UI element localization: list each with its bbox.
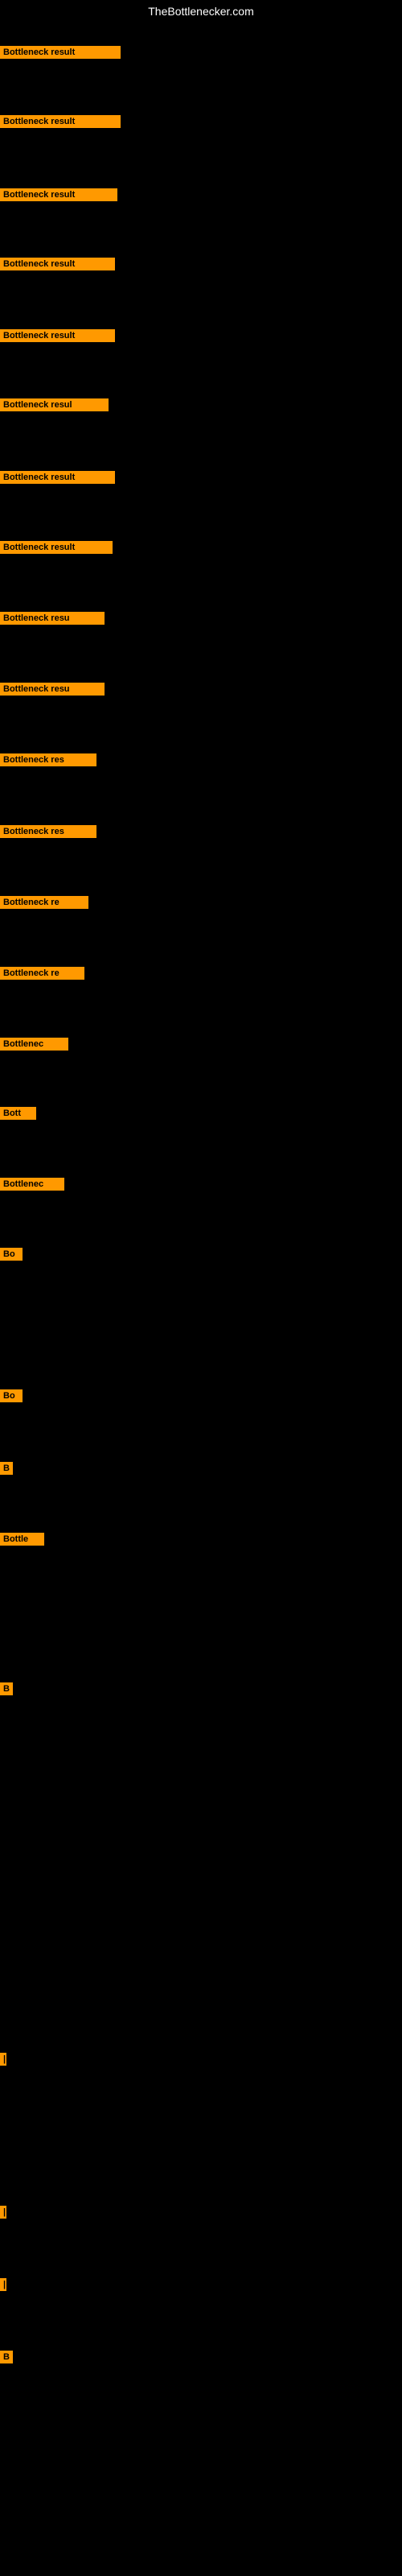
bottleneck-badge: Bottleneck result [0,541,113,554]
bottleneck-badge: Bott [0,1107,36,1120]
bottleneck-badge: | [0,2053,6,2066]
bottleneck-badge: Bottleneck re [0,896,88,909]
bottleneck-badge: Bottleneck result [0,329,115,342]
bottleneck-badge: Bottlenec [0,1038,68,1051]
bottleneck-badge: Bottleneck resu [0,612,105,625]
bottleneck-badge: Bo [0,1248,23,1261]
bottleneck-badge: | [0,2278,6,2291]
bottleneck-badge: Bottleneck res [0,825,96,838]
bottleneck-badge: Bottleneck result [0,258,115,270]
bottleneck-badge: Bottleneck result [0,46,121,59]
bottleneck-badge: Bottleneck res [0,753,96,766]
bottleneck-badge: B [0,1682,13,1695]
bottleneck-badge: Bottleneck result [0,188,117,201]
bottleneck-badge: Bottle [0,1533,44,1546]
bottleneck-badge: B [0,1462,13,1475]
bottleneck-badge: Bottleneck result [0,115,121,128]
bottleneck-badge: Bottleneck resu [0,683,105,696]
bottleneck-badge: Bo [0,1389,23,1402]
bottleneck-badge: Bottleneck resul [0,398,109,411]
bottleneck-badge: Bottleneck result [0,471,115,484]
bottleneck-badge: | [0,2206,6,2219]
bottleneck-badge: B [0,2351,13,2363]
bottleneck-badge: Bottlenec [0,1178,64,1191]
bottleneck-badge: Bottleneck re [0,967,84,980]
site-title: TheBottlenecker.com [0,0,402,23]
